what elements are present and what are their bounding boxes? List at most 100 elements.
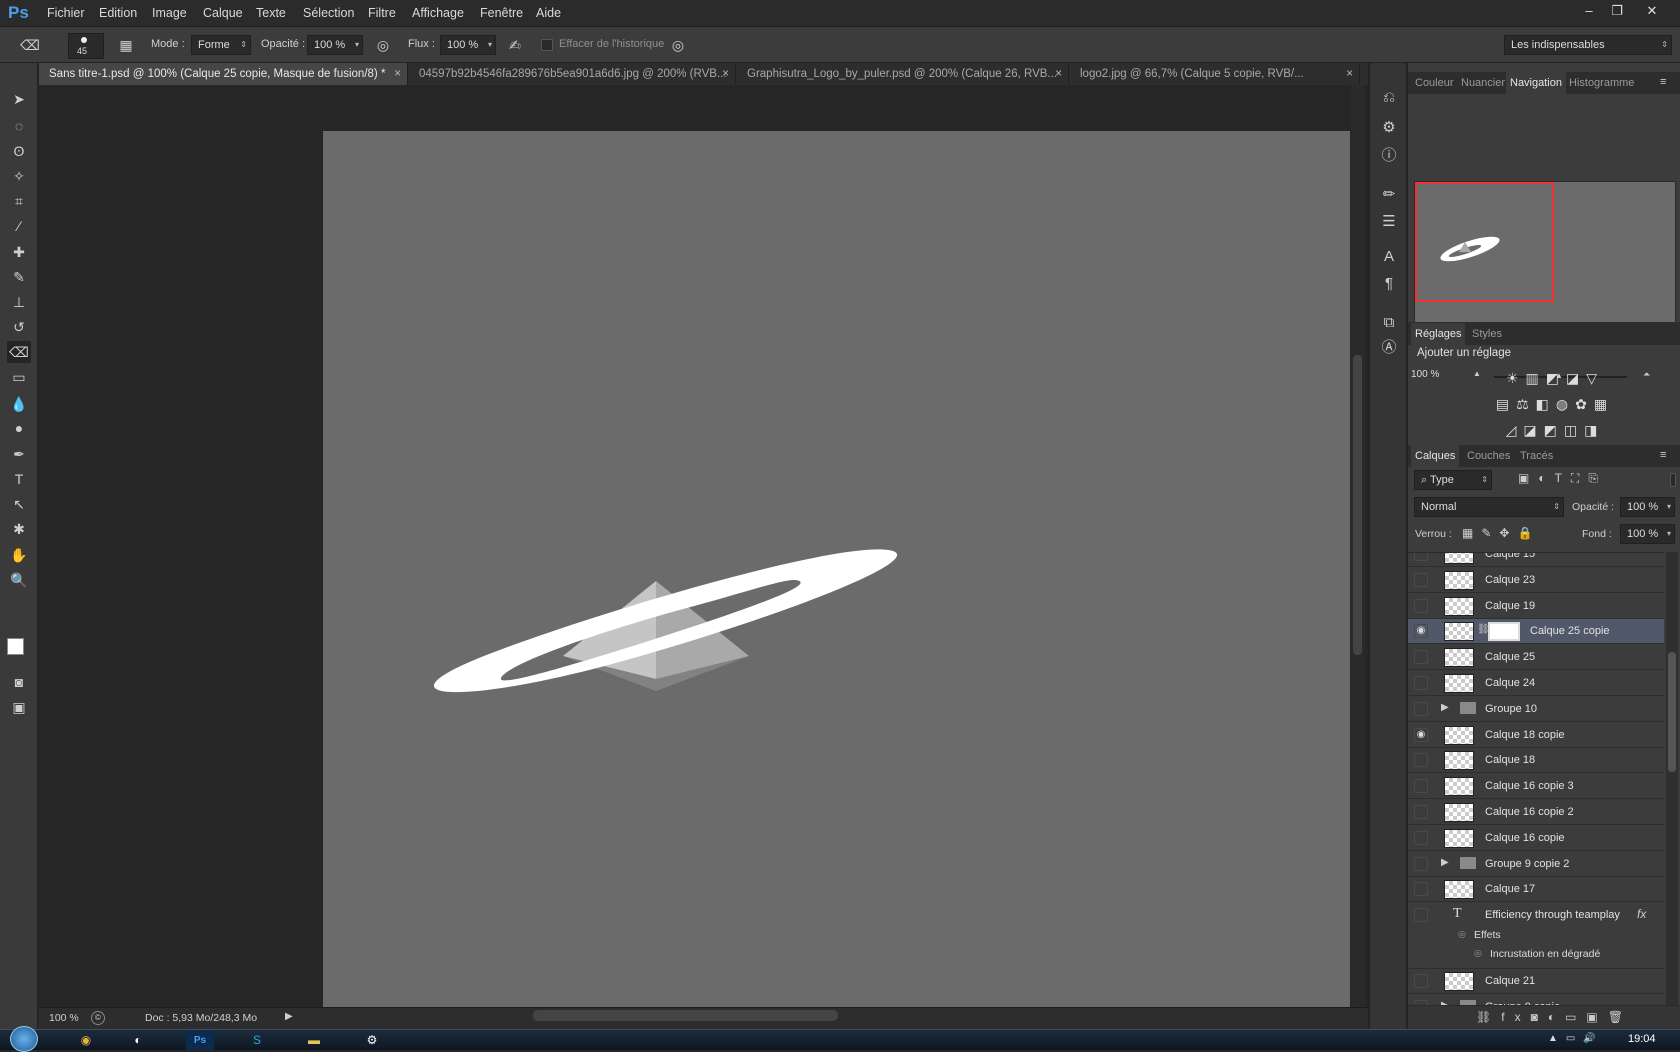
zoom-tool-icon[interactable]: 🔍 [7,569,31,591]
gradient-tool-icon[interactable]: ▭ [7,366,31,388]
layer-thumbnail[interactable] [1444,553,1474,564]
layer-filter-icons[interactable]: ▣◐T⛶⎘ [1518,471,1607,486]
hand-tool-icon[interactable]: ✋ [7,544,31,566]
navigator-preview[interactable] [1414,181,1676,335]
close-tab-icon[interactable]: × [1346,63,1353,85]
move-tool-icon[interactable]: ➤ [7,88,31,110]
paragraph-panel-icon[interactable]: ¶ [1377,272,1401,296]
effect-eye-icon[interactable]: ◎ [1474,948,1482,959]
folder-icon[interactable]: ▬ [300,1031,328,1050]
layer-action-icons[interactable]: ⛓fx◙◐▭▣🗑 [1476,1010,1633,1024]
screen-mode-icon[interactable]: ▣ [7,696,31,718]
close-tab-icon[interactable]: × [394,63,401,85]
airbrush-icon[interactable]: ✍ [505,35,525,55]
visibility-toggle[interactable] [1414,753,1428,768]
layer-group-row[interactable]: ▶ Groupe 10 [1408,696,1664,722]
tab-styles[interactable]: Styles [1468,323,1506,345]
info-panel-icon[interactable]: ⓘ [1377,144,1401,168]
eraser-tool-preset-icon[interactable]: ⌫ [20,35,40,55]
layer-row[interactable]: Calque 18 [1408,748,1664,774]
workspace-select[interactable]: Les indispensables ⇕ [1504,35,1672,55]
layer-group-row[interactable]: ▶ Groupe 9 copie 2 [1408,851,1664,877]
fill-field[interactable]: 100 % ▾ [1620,524,1675,544]
menu-fenetre[interactable]: Fenêtre [480,6,523,20]
layer-thumbnail[interactable] [1444,596,1474,616]
status-menu-arrow-icon[interactable]: ▶ [285,1011,293,1022]
brush-tool-icon[interactable]: ✎ [7,266,31,288]
visibility-toggle[interactable] [1414,856,1428,871]
shape-tool-icon[interactable]: ✱ [7,518,31,540]
pen-tool-icon[interactable]: ✒ [7,443,31,465]
text-layer-row[interactable]: T Efficiency through teamplay fx ◎ Effets ◎ In… [1408,903,1664,970]
status-zoom[interactable]: 100 % [49,1012,79,1024]
history-brush-icon[interactable]: ↺ [7,316,31,338]
tab-graphisutra[interactable]: Graphisutra_Logo_by_puler.psd @ 200% (Ca… [737,63,1069,85]
stamp-tool-icon[interactable]: ⊥ [7,291,31,313]
layer-thumbnail[interactable] [1444,674,1474,693]
layer-row[interactable]: Calque 16 copie 2 [1408,800,1664,825]
visibility-toggle[interactable] [1414,553,1428,561]
eraser-tool-icon[interactable]: ⌫ [7,341,31,363]
minimize-button[interactable]: – [1577,2,1601,20]
layer-thumbnail[interactable] [1444,570,1474,590]
expand-group-icon[interactable]: ▶ [1441,857,1449,868]
blend-mode-select[interactable]: Normal ⇕ [1414,497,1564,517]
skype-icon[interactable]: S [243,1031,271,1050]
pressure-size-icon[interactable]: ◎ [668,35,688,55]
tab-couleur[interactable]: Couleur [1411,72,1458,94]
brush-preset-picker[interactable]: 45 [68,33,104,59]
history-checkbox[interactable] [541,39,553,51]
adjustment-icons-row1[interactable]: ☀▥◩◪▽ [1485,365,1625,391]
navigator-zoom[interactable]: 100 % [1411,369,1439,380]
visibility-toggle[interactable] [1414,572,1428,587]
filter-toggle[interactable] [1670,473,1676,487]
flow-field[interactable]: 100 % ▾ [440,35,496,55]
menu-filtre[interactable]: Filtre [368,6,396,20]
menu-texte[interactable]: Texte [256,6,286,20]
start-button[interactable] [10,1026,38,1052]
close-button[interactable]: ✕ [1640,2,1664,20]
layers-scrollbar[interactable] [1666,552,1678,1005]
properties-panel-icon[interactable]: ⚙ [1377,116,1401,140]
eye-icon[interactable]: ◉ [1414,727,1428,742]
layer-group-row[interactable]: ▶Groupe 9 copie [1408,995,1664,1005]
quick-mask-icon[interactable]: ◙ [7,671,31,693]
close-tab-icon[interactable]: × [722,63,729,85]
layer-row[interactable]: Calque 24 [1408,671,1664,696]
layer-row[interactable]: Calque 19 [1408,593,1664,619]
layer-thumbnail[interactable] [1444,828,1474,848]
visibility-toggle[interactable] [1414,974,1428,989]
menu-aide[interactable]: Aide [536,6,561,20]
layer-thumbnail[interactable] [1444,777,1474,797]
path-selection-icon[interactable]: ↖ [7,493,31,515]
tab-jpg[interactable]: 04597b92b4546fa289676b5ea901a6d6.jpg @ 2… [409,63,736,85]
close-tab-icon[interactable]: × [1055,63,1062,85]
type-tool-icon[interactable]: T [7,468,31,490]
layer-thumbnail[interactable] [1444,725,1474,745]
menu-affichage[interactable]: Affichage [412,6,464,20]
tab-calques[interactable]: Calques [1411,445,1460,467]
panel-menu-icon[interactable]: ≡ [1660,76,1666,88]
status-info-icon[interactable]: © [91,1011,105,1025]
layer-thumbnail[interactable] [1444,880,1474,900]
tab-logo2[interactable]: logo2.jpg @ 66,7% (Calque 5 copie, RVB/.… [1070,63,1360,85]
layers-list[interactable]: Calque 15 Calque 23 Calque 19 ◉ ⛓ Calque 25 c… [1408,552,1664,1005]
layer-thumbnail[interactable] [1444,648,1474,668]
tray-icons[interactable]: ▲▭🔊 [1548,1033,1604,1044]
fx-icon[interactable]: fx [1637,907,1646,921]
history-panel-icon[interactable]: ⎌ [1377,86,1401,110]
zoom-in-icon[interactable]: ⏶ [1643,369,1650,380]
character-styles-icon[interactable]: Ⓐ [1377,336,1401,360]
expand-group-icon[interactable]: ▶ [1441,702,1449,713]
chrome-icon[interactable]: ◉ [72,1031,100,1050]
menu-image[interactable]: Image [152,6,187,20]
zoom-out-icon[interactable]: ▲ [1473,369,1481,378]
photoshop-taskbar-icon[interactable]: Ps [186,1031,214,1050]
visibility-toggle[interactable] [1414,676,1428,690]
opacity-field[interactable]: 100 % ▾ [307,35,363,55]
clone-source-icon[interactable]: ⧉ [1377,311,1401,335]
brush-settings-icon[interactable]: ☰ [1377,210,1401,234]
layer-mask-thumbnail[interactable] [1488,622,1520,642]
layers-scroll-thumb[interactable] [1668,652,1676,772]
layer-row[interactable]: Calque 15 [1408,553,1664,567]
